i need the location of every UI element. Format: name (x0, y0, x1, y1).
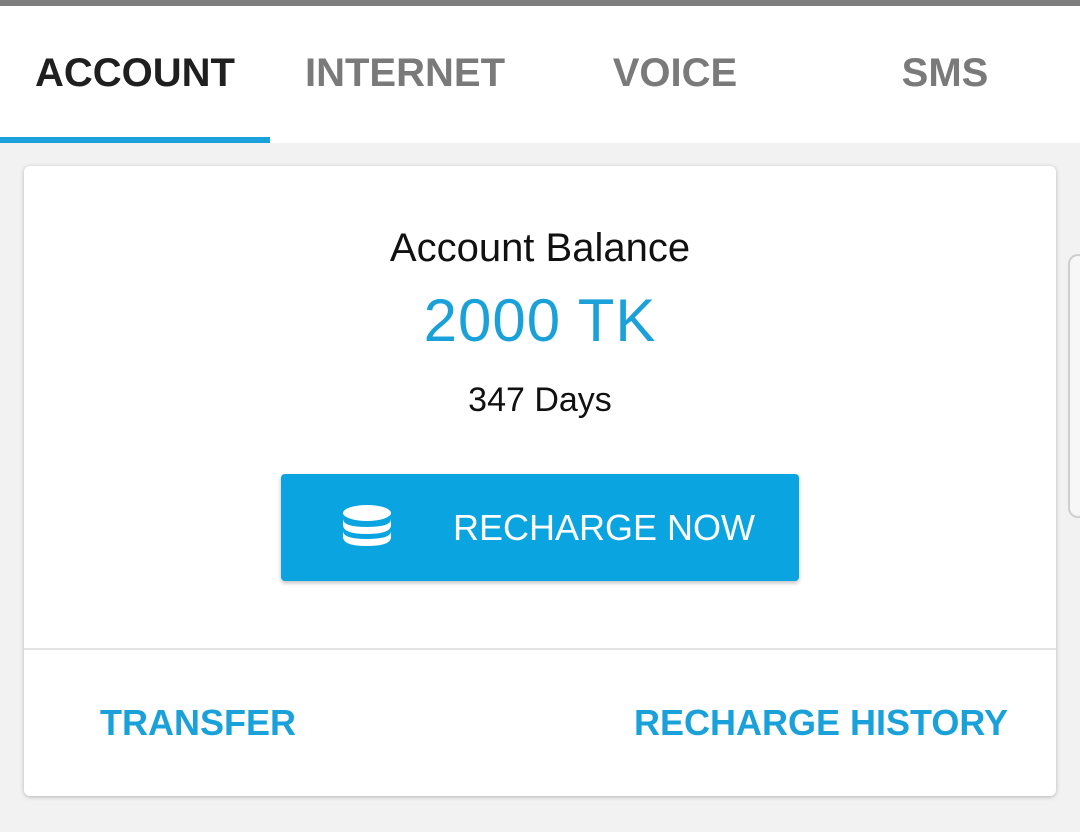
transfer-link[interactable]: TRANSFER (100, 702, 296, 744)
recharge-now-button[interactable]: RECHARGE NOW (281, 474, 799, 581)
tab-voice-label: VOICE (612, 51, 738, 95)
card-divider (24, 648, 1056, 650)
tab-account-label: ACCOUNT (35, 51, 235, 95)
recharge-now-label: RECHARGE NOW (453, 506, 756, 548)
coins-icon (343, 505, 391, 546)
tab-internet[interactable]: INTERNET (270, 6, 540, 143)
scroll-handle[interactable] (1068, 254, 1080, 518)
tab-voice[interactable]: VOICE (540, 6, 810, 143)
tab-account[interactable]: ACCOUNT (0, 6, 270, 143)
tab-bar: ACCOUNT INTERNET VOICE SMS (0, 6, 1080, 143)
tab-sms[interactable]: SMS (810, 6, 1080, 143)
tab-sms-label: SMS (901, 51, 989, 95)
validity-days: 347 Days (468, 381, 612, 419)
tab-internet-label: INTERNET (305, 51, 505, 95)
recharge-history-link[interactable]: RECHARGE HISTORY (634, 702, 1008, 744)
balance-amount: 2000 TK (423, 287, 657, 354)
balance-title: Account Balance (389, 226, 691, 270)
account-balance-card: Account Balance 2000 TK 347 Days RECHARG… (24, 166, 1056, 796)
